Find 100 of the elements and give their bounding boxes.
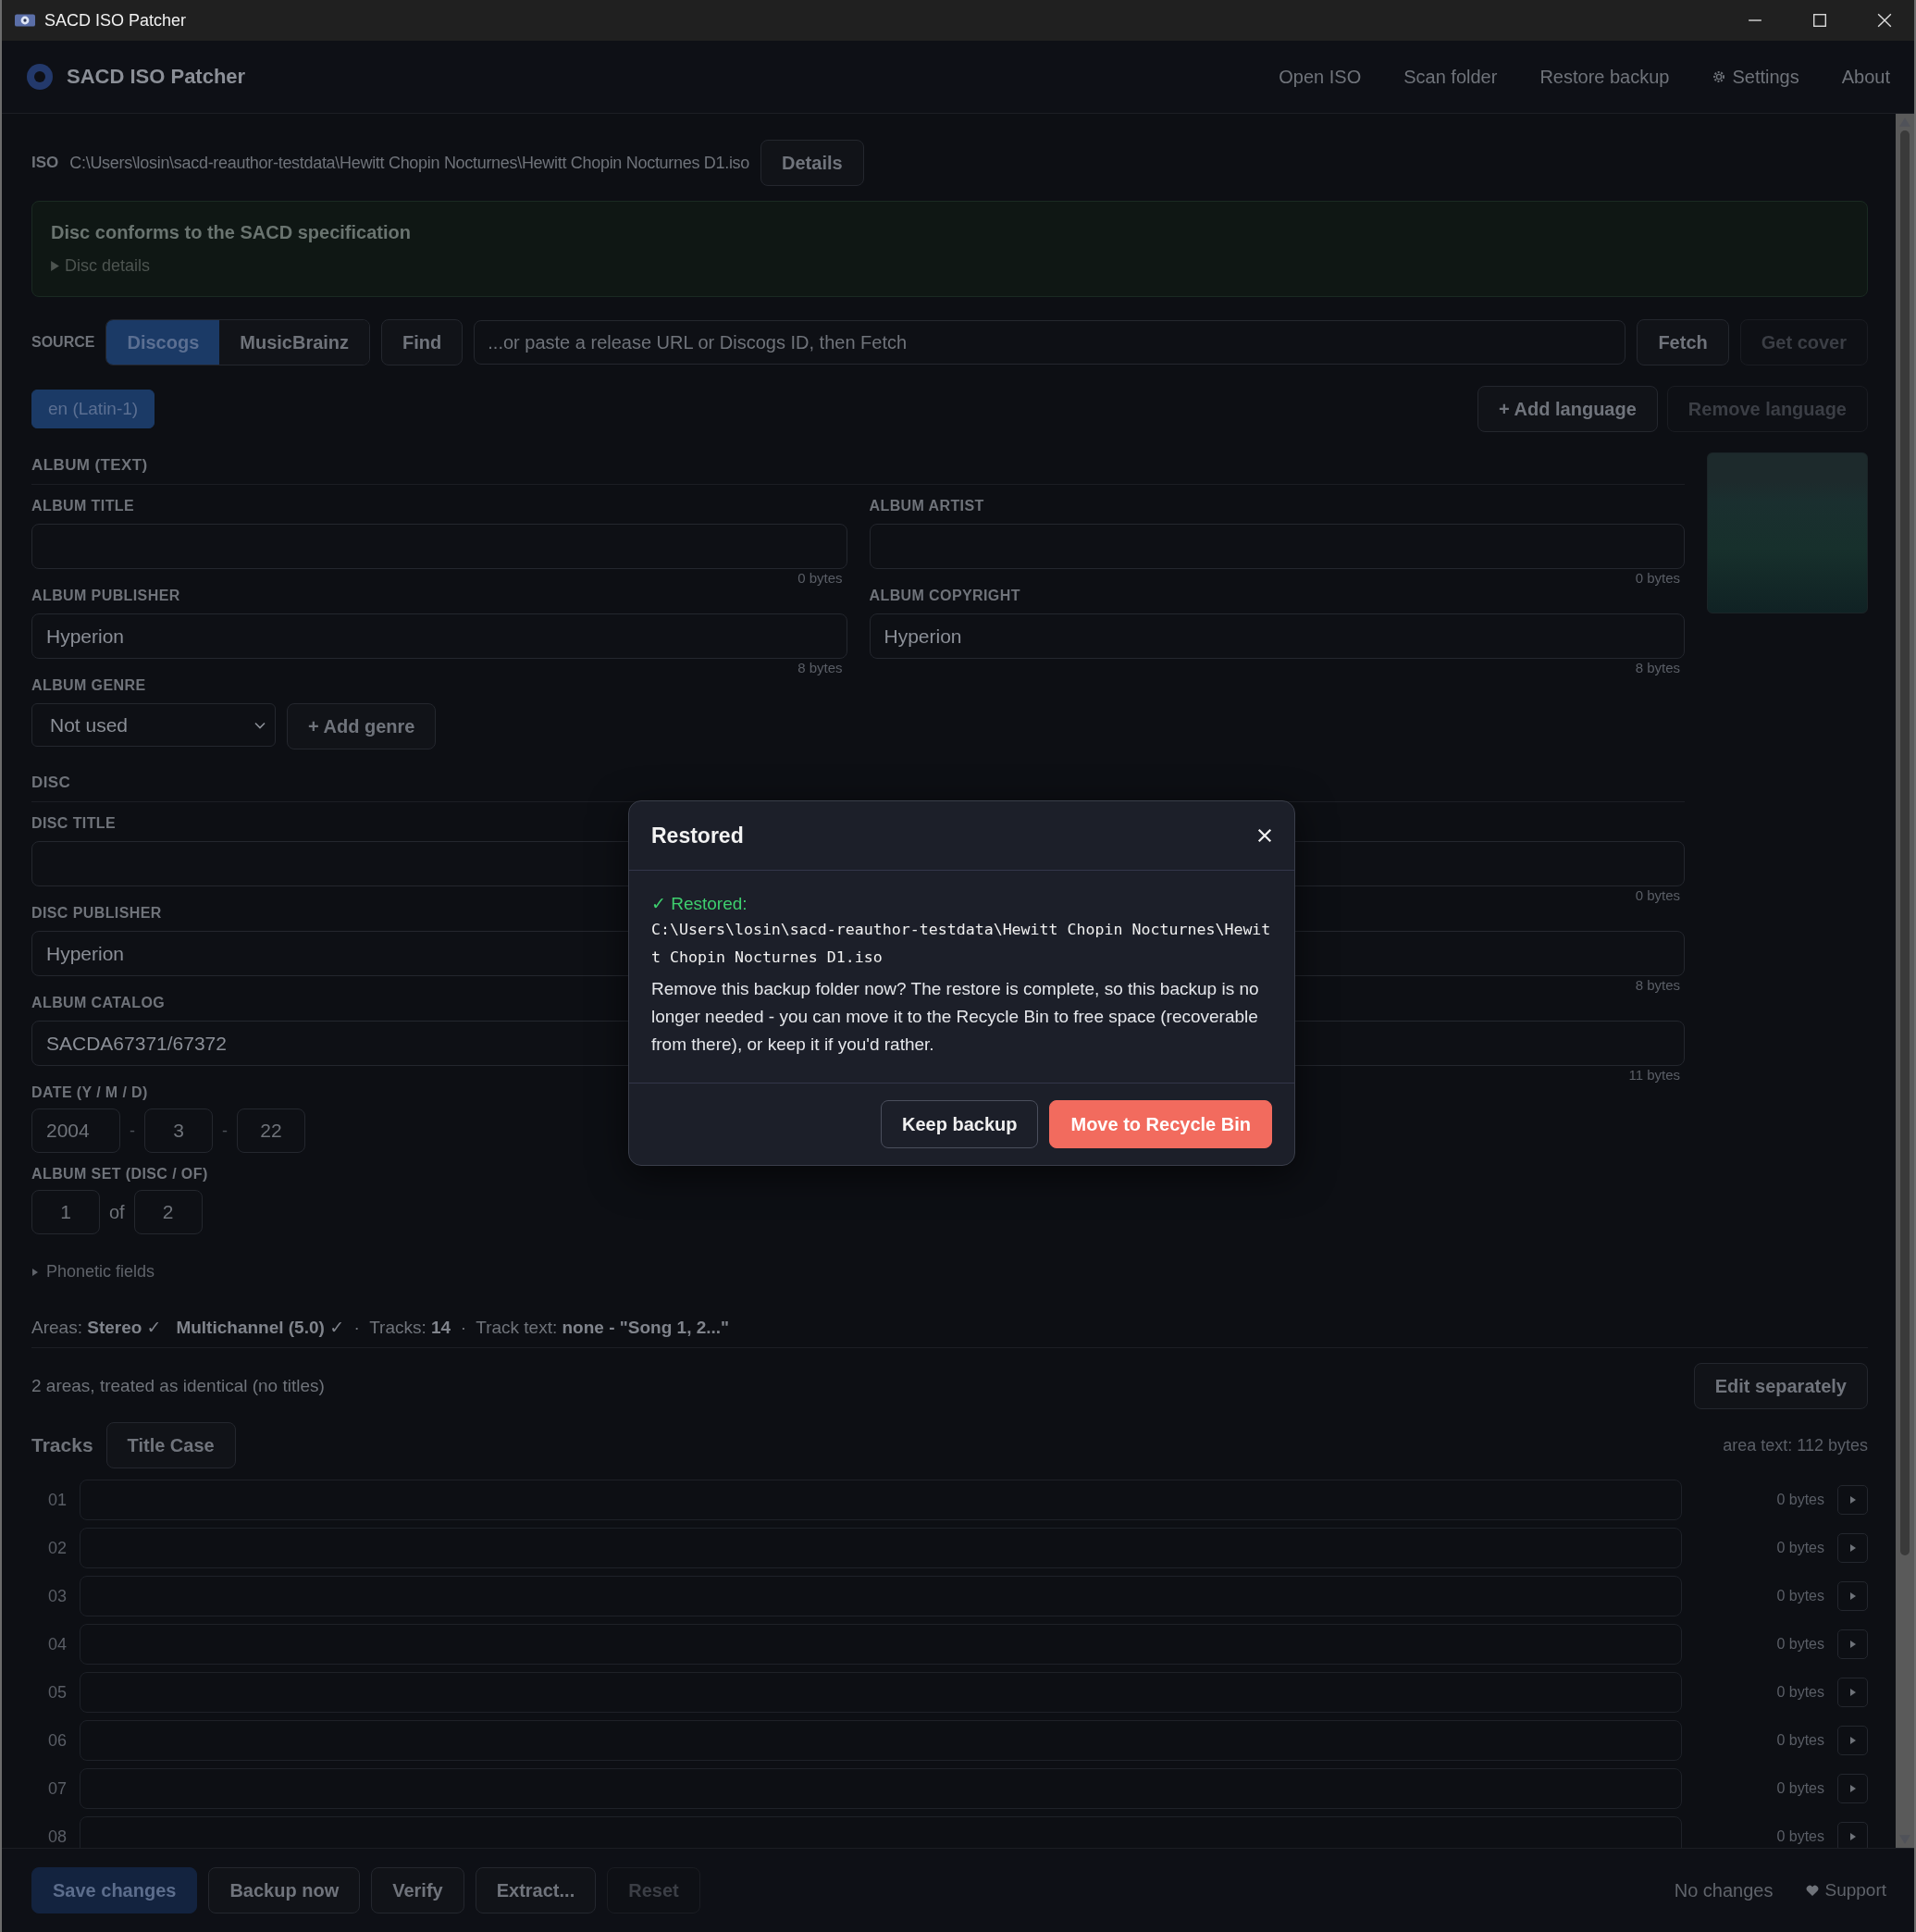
keep-backup-button[interactable]: Keep backup (881, 1100, 1039, 1148)
byte-count: 8 bytes (1635, 976, 1681, 995)
field-label: ALBUM GENRE (31, 677, 146, 695)
phonetic-fields-toggle[interactable]: Phonetic fields (31, 1262, 155, 1282)
areas-summary: Areas: Stereo ✓ Multichannel (5.0) ✓ · Tracks: 14 · Track text: none - "Song 1, 2..." (31, 1317, 1868, 1348)
byte-count: 0 bytes (1775, 1540, 1824, 1556)
byte-count: 0 bytes (1775, 1684, 1824, 1701)
byte-count: 0 bytes (1635, 886, 1681, 905)
play-icon (1849, 1641, 1856, 1648)
field-label: ALBUM COPYRIGHT (869, 588, 1020, 605)
nav-link[interactable]: About (1841, 66, 1890, 88)
title-case-button[interactable]: Title Case (105, 1422, 236, 1468)
section-heading: ALBUM (TEXT) (31, 456, 1685, 485)
play-button[interactable] (1837, 1581, 1868, 1611)
track-number: 06 (46, 1730, 67, 1751)
byte-count: 8 bytes (1635, 659, 1681, 677)
play-icon (1849, 1544, 1856, 1552)
gear-icon (1712, 69, 1727, 84)
disc-total-field[interactable]: 2 (133, 1190, 203, 1234)
disc-number-field[interactable]: 1 (31, 1190, 100, 1234)
caret-icon (51, 261, 59, 271)
text-field[interactable]: Hyperion (31, 613, 847, 659)
source-tab[interactable]: MusicBrainz (219, 320, 370, 365)
heart-icon (1806, 1885, 1820, 1896)
tracks-heading: Tracks (31, 1434, 93, 1456)
field-label: DATE (Y / M / D) (31, 1084, 148, 1101)
of-label: of (108, 1201, 126, 1223)
date-separator: - (129, 1121, 136, 1141)
support-link[interactable]: Support (1806, 1880, 1886, 1901)
language-chip[interactable]: en (Latin-1) (31, 390, 155, 428)
play-button[interactable] (1837, 1774, 1868, 1803)
footer-button[interactable]: Extract... (475, 1867, 597, 1913)
field-label: ALBUM PUBLISHER (31, 588, 180, 605)
play-button[interactable] (1837, 1629, 1868, 1659)
iso-path: C:\Users\losin\sacd-reauthor-testdata\Hewitt Chopin Nocturnes\Hewitt Chopin Nocturnes D1.iso (69, 153, 750, 173)
maximize-icon[interactable] (1812, 13, 1827, 28)
byte-count: 8 bytes (797, 659, 844, 677)
byte-count: 0 bytes (1635, 569, 1681, 588)
nav-link[interactable]: Restore backup (1539, 66, 1670, 88)
byte-count: 0 bytes (1775, 1636, 1824, 1653)
date-field[interactable]: 3 (144, 1108, 213, 1153)
track-number: 04 (46, 1634, 67, 1654)
nav-link[interactable]: Scan folder (1403, 66, 1498, 88)
play-icon (1849, 1737, 1856, 1744)
play-icon (1849, 1785, 1856, 1792)
track-number: 05 (46, 1682, 67, 1703)
text-field[interactable] (869, 524, 1685, 569)
byte-count: 0 bytes (1775, 1588, 1824, 1604)
caret-icon (31, 1267, 39, 1277)
play-button[interactable] (1837, 1822, 1868, 1848)
play-icon (1849, 1496, 1856, 1504)
field-label: DISC PUBLISHER (31, 905, 162, 923)
disc-logo-icon (26, 63, 54, 91)
byte-count: 0 bytes (1775, 1780, 1824, 1797)
settings-link[interactable]: Settings (1712, 66, 1799, 88)
date-field[interactable]: 22 (237, 1108, 305, 1153)
genre-select[interactable]: Not used (31, 703, 276, 747)
play-button[interactable] (1837, 1533, 1868, 1563)
footer-button[interactable]: Verify (371, 1867, 464, 1913)
field-label: ALBUM TITLE (31, 498, 135, 515)
text-field[interactable] (31, 524, 847, 569)
conformance-message: Disc conforms to the SACD specification (51, 222, 412, 243)
field-label: ALBUM ARTIST (869, 498, 984, 515)
area-text-size: area text: 112 bytes (1723, 1435, 1868, 1455)
fetch-button[interactable]: Fetch (1637, 319, 1729, 365)
source-label: SOURCE (31, 334, 95, 351)
date-separator: - (221, 1121, 229, 1141)
field-label: ALBUM SET (DISC / OF) (31, 1166, 208, 1183)
byte-count: 0 bytes (1775, 1732, 1824, 1749)
date-field[interactable]: 2004 (31, 1108, 120, 1153)
source-tab[interactable]: Discogs (106, 320, 220, 365)
areas-note: 2 areas, treated as identical (no titles) (31, 1376, 325, 1396)
byte-count: 0 bytes (1775, 1492, 1824, 1508)
status-text: No changes (1674, 1879, 1774, 1901)
play-button[interactable] (1837, 1726, 1868, 1755)
play-icon (1849, 1833, 1856, 1840)
byte-count: 0 bytes (797, 569, 844, 588)
byte-count: 11 bytes (1628, 1066, 1681, 1084)
track-number: 08 (46, 1827, 67, 1847)
add-genre-button[interactable]: + Add genre (287, 703, 437, 749)
text-field[interactable]: Hyperion (869, 613, 1685, 659)
iso-label: ISO (31, 154, 59, 172)
track-number: 07 (46, 1778, 67, 1799)
close-icon[interactable] (1257, 828, 1272, 843)
play-button[interactable] (1837, 1485, 1868, 1515)
details-button[interactable]: Details (760, 140, 864, 186)
track-number: 01 (46, 1490, 67, 1510)
nav-link[interactable]: Open ISO (1279, 66, 1362, 88)
close-icon[interactable] (1877, 13, 1892, 28)
release-url-field[interactable]: ...or paste a release URL or Discogs ID, then Fetch (474, 320, 1626, 365)
move-to-recycle-bin-button[interactable]: Move to Recycle Bin (1049, 1100, 1272, 1148)
chevron-down-icon (254, 721, 266, 729)
find-button[interactable]: Find (381, 319, 464, 365)
footer-button[interactable]: Backup now (208, 1867, 361, 1913)
disc-details-toggle[interactable]: Disc details (51, 256, 151, 276)
add-language-button[interactable]: + Add language (1477, 386, 1658, 432)
edit-separately-button[interactable]: Edit separately (1693, 1363, 1868, 1409)
scrollbar[interactable] (1896, 114, 1914, 1848)
play-button[interactable] (1837, 1678, 1868, 1707)
byte-count: 0 bytes (1775, 1828, 1824, 1845)
